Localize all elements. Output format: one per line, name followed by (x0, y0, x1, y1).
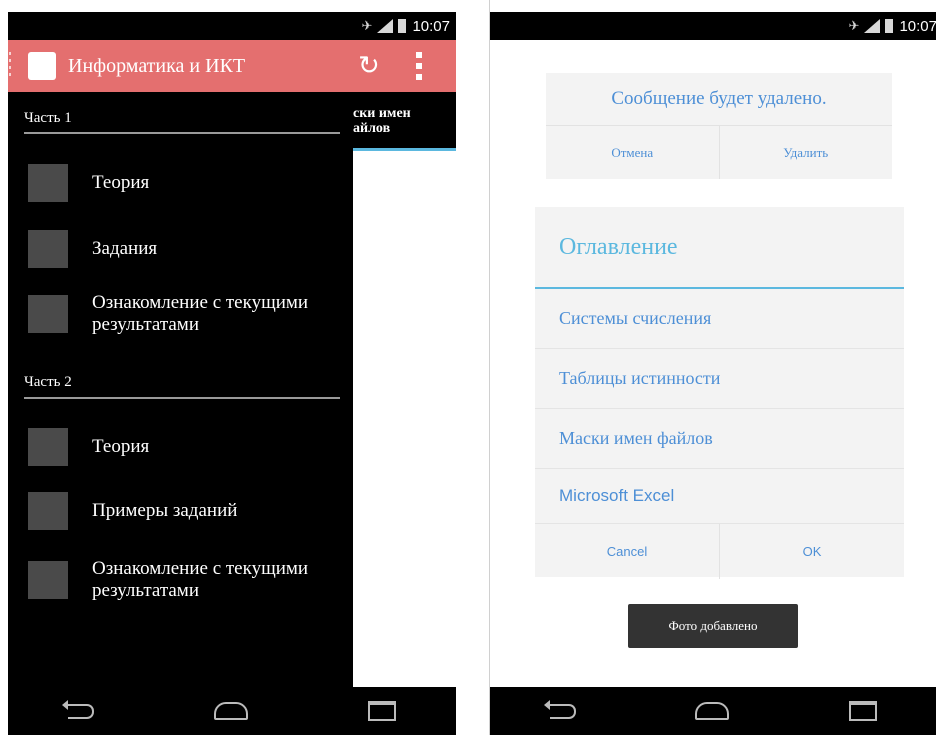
battery-icon (885, 19, 894, 33)
drawer-indicator-icon[interactable] (9, 52, 11, 80)
home-icon[interactable] (214, 702, 248, 720)
item-thumbnail-icon (28, 230, 68, 268)
status-bar: ✈ 10:07 (490, 12, 936, 40)
toc-item-file-masks[interactable]: Маски имен файлов (535, 409, 904, 469)
action-bar: Информатика и ИКТ ↻ (8, 40, 456, 92)
back-icon[interactable] (543, 699, 576, 719)
left-phone-screen: ✈ 10:07 ски имен айлов Информатика и ИКТ… (8, 0, 456, 735)
cancel-button[interactable]: Cancel (535, 524, 719, 579)
toc-item-number-systems[interactable]: Системы счисления (535, 289, 904, 349)
tab-indicator (353, 148, 456, 151)
status-bar: ✈ 10:07 (8, 12, 456, 40)
delete-confirm-dialog: Сообщение будет удалено. Отмена Удалить (546, 73, 892, 179)
tab-masks-partial[interactable]: ски имен айлов (353, 106, 411, 136)
item-thumbnail-icon (28, 295, 68, 333)
drawer-item-task-examples[interactable]: Примеры заданий (28, 492, 348, 530)
signal-icon (377, 19, 394, 33)
dialog-title: Оглавление (559, 233, 678, 260)
item-thumbnail-icon (28, 164, 68, 202)
recent-apps-icon[interactable] (849, 701, 878, 721)
right-phone-screen: ✈ 10:07 Сообщение будет удалено. Отмена … (489, 0, 936, 735)
dialog-buttons: Cancel OK (535, 524, 904, 579)
delete-button[interactable]: Удалить (718, 126, 893, 179)
status-time: 10:07 (412, 17, 450, 35)
dialog-buttons: Отмена Удалить (546, 126, 892, 179)
drawer-item-label: Задания (92, 238, 158, 259)
drawer-item-label: Примеры заданий (92, 500, 238, 521)
home-icon[interactable] (695, 702, 730, 720)
battery-icon (398, 19, 407, 33)
drawer-item-theory-2[interactable]: Теория (28, 428, 348, 466)
ok-button[interactable]: OK (719, 524, 904, 579)
toast-message: Фото добавлено (628, 604, 798, 648)
drawer-item-label: Теория (92, 172, 150, 193)
signal-icon (864, 19, 881, 33)
section-label-part1: Часть 1 (24, 110, 72, 126)
section-divider (24, 132, 340, 134)
overflow-menu-icon[interactable] (416, 52, 422, 80)
drawer-item-results-2[interactable]: Ознакомление с текущими результатами (28, 558, 348, 602)
section-label-part2: Часть 2 (24, 374, 72, 390)
toc-item-truth-tables[interactable]: Таблицы истинности (535, 349, 904, 409)
toc-item-excel[interactable]: Microsoft Excel (535, 469, 904, 524)
status-icons: ✈ (362, 18, 407, 34)
system-nav-bar (8, 687, 456, 735)
system-nav-bar (490, 687, 936, 735)
item-thumbnail-icon (28, 561, 68, 599)
drawer-item-results-1[interactable]: Ознакомление с текущими результатами (28, 292, 348, 336)
dialog-message: Сообщение будет удалено. (546, 73, 892, 126)
cancel-button[interactable]: Отмена (546, 126, 719, 179)
drawer-item-theory-1[interactable]: Теория (28, 164, 348, 202)
app-icon[interactable] (28, 52, 56, 80)
drawer-item-label: Ознакомление с текущими результатами (92, 292, 309, 335)
toc-dialog: Оглавление Системы счисления Таблицы ист… (535, 207, 904, 579)
drawer-item-tasks[interactable]: Задания (28, 230, 348, 268)
back-icon[interactable] (62, 699, 94, 719)
recent-apps-icon[interactable] (368, 701, 396, 721)
item-thumbnail-icon (28, 428, 68, 466)
app-title: Информатика и ИКТ (68, 54, 246, 77)
wifi-icon: ✈ (848, 18, 860, 33)
item-thumbnail-icon (28, 492, 68, 530)
drawer-item-label: Ознакомление с текущими результатами (92, 558, 309, 601)
drawer-item-label: Теория (92, 436, 150, 457)
navigation-drawer: Часть 1 Теория Задания Ознакомление с те… (8, 92, 353, 687)
section-divider (24, 397, 340, 399)
status-icons: ✈ (849, 18, 894, 34)
refresh-icon[interactable]: ↻ (358, 52, 380, 80)
wifi-icon: ✈ (361, 18, 373, 33)
status-time: 10:07 (899, 17, 936, 35)
